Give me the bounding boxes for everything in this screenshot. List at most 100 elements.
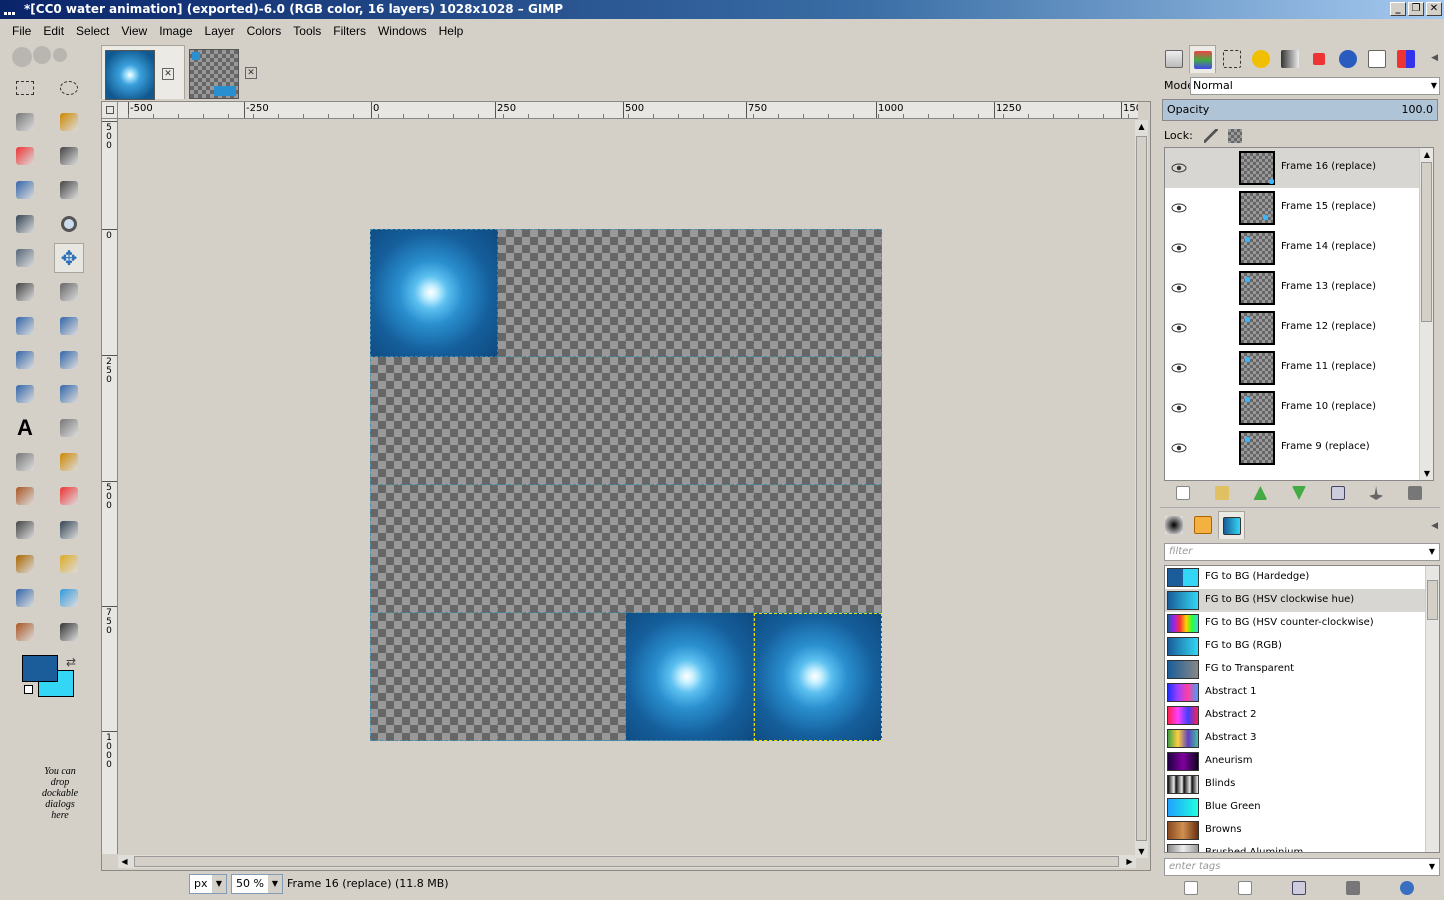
eraser-tool[interactable] xyxy=(54,481,84,511)
gradient-item[interactable]: Brushed Aluminium xyxy=(1165,842,1439,852)
zoom-tool[interactable] xyxy=(54,209,84,239)
pencil-tool[interactable] xyxy=(54,447,84,477)
ellipse-select-tool[interactable] xyxy=(54,73,84,103)
layer-row[interactable]: Frame 12 (replace) xyxy=(1165,308,1433,348)
scroll-right-icon[interactable]: ▶ xyxy=(1123,855,1136,868)
gradient-item[interactable]: Blue Green xyxy=(1165,796,1439,819)
layer-row[interactable]: Frame 9 (replace) xyxy=(1165,428,1433,468)
layer-row[interactable]: Frame 14 (replace) xyxy=(1165,228,1433,268)
dock-menu-icon[interactable]: ◀ xyxy=(1431,521,1438,531)
visibility-eye-icon[interactable] xyxy=(1171,200,1187,216)
close-button[interactable]: ✕ xyxy=(1426,2,1442,16)
tab-fonts[interactable] xyxy=(1363,45,1390,73)
layer-row[interactable]: Frame 13 (replace) xyxy=(1165,268,1433,308)
paintbrush-tool[interactable] xyxy=(10,481,40,511)
visibility-eye-icon[interactable] xyxy=(1171,360,1187,376)
menu-select[interactable]: Select xyxy=(70,21,115,41)
layers-scroll-thumb[interactable] xyxy=(1421,162,1432,322)
delete-gradient-icon[interactable] xyxy=(1346,881,1360,895)
layers-scrollbar[interactable]: ▲ ▼ xyxy=(1419,148,1433,480)
tab-palettes[interactable] xyxy=(1392,45,1419,73)
move-tool[interactable]: ✥ xyxy=(54,243,84,273)
tab-paths[interactable] xyxy=(1218,45,1245,73)
new-layer-group-icon[interactable] xyxy=(1214,486,1229,500)
menu-colors[interactable]: Colors xyxy=(241,21,288,41)
visibility-eye-icon[interactable] xyxy=(1171,240,1187,256)
shear-tool[interactable] xyxy=(10,345,40,375)
gradient-item[interactable]: FG to Transparent xyxy=(1165,658,1439,681)
scroll-up-icon[interactable]: ▲ xyxy=(1135,120,1148,133)
rotate-tool[interactable] xyxy=(10,311,40,341)
reset-colors-icon[interactable] xyxy=(24,685,33,694)
tab-color[interactable] xyxy=(1305,45,1332,73)
text-tool[interactable]: A xyxy=(10,413,40,443)
lock-pixels-icon[interactable] xyxy=(1204,129,1219,143)
blur-tool[interactable] xyxy=(54,583,84,613)
menu-image[interactable]: Image xyxy=(153,21,198,41)
new-layer-icon[interactable] xyxy=(1176,486,1191,500)
gradient-item[interactable]: FG to BG (Hardedge) xyxy=(1165,566,1439,589)
layer-row[interactable]: Frame 10 (replace) xyxy=(1165,388,1433,428)
vertical-ruler[interactable]: 50002505007501000 xyxy=(102,119,118,854)
horizontal-scroll-thumb[interactable] xyxy=(134,856,1119,867)
gradient-item[interactable]: Browns xyxy=(1165,819,1439,842)
menu-view[interactable]: View xyxy=(115,21,153,41)
free-select-tool[interactable] xyxy=(10,107,40,137)
smudge-tool[interactable] xyxy=(10,617,40,647)
color-picker-tool[interactable] xyxy=(10,209,40,239)
menu-windows[interactable]: Windows xyxy=(372,21,433,41)
visibility-eye-icon[interactable] xyxy=(1171,320,1187,336)
tab-channels[interactable] xyxy=(1189,45,1216,73)
paths-tool[interactable] xyxy=(54,175,84,205)
visibility-eye-icon[interactable] xyxy=(1171,400,1187,416)
zoom-select[interactable]: 50 % ▼ xyxy=(231,874,283,894)
layer-row[interactable]: Frame 16 (replace) xyxy=(1165,148,1433,188)
tab-brushes[interactable] xyxy=(1160,511,1187,539)
menu-filters[interactable]: Filters xyxy=(327,21,372,41)
rect-select-tool[interactable] xyxy=(10,73,40,103)
perspective-tool[interactable] xyxy=(54,345,84,375)
perspective-clone-tool[interactable] xyxy=(10,583,40,613)
image-canvas[interactable] xyxy=(370,229,882,741)
foreground-select-tool[interactable] xyxy=(10,175,40,205)
gradients-scrollbar[interactable] xyxy=(1425,566,1439,852)
menu-file[interactable]: File xyxy=(6,21,37,41)
maximize-button[interactable]: ❐ xyxy=(1408,2,1424,16)
gradient-item[interactable]: FG to BG (HSV clockwise hue) xyxy=(1165,589,1439,612)
minimize-button[interactable]: _ xyxy=(1390,2,1406,16)
scroll-up-icon[interactable]: ▲ xyxy=(1420,148,1433,161)
opacity-slider[interactable]: Opacity 100.0 xyxy=(1162,99,1438,121)
image-tab-2[interactable]: ✕ xyxy=(187,45,271,99)
gradient-item[interactable]: FG to BG (RGB) xyxy=(1165,635,1439,658)
cage-tool[interactable] xyxy=(54,379,84,409)
dock-menu-icon[interactable]: ◀ xyxy=(1431,53,1438,63)
tab-undo[interactable] xyxy=(1247,45,1274,73)
tab-pointer[interactable] xyxy=(1334,45,1361,73)
dodge-burn-tool[interactable] xyxy=(54,617,84,647)
visibility-eye-icon[interactable] xyxy=(1171,280,1187,296)
tags-input[interactable]: enter tags ▼ xyxy=(1164,858,1440,876)
layer-row[interactable]: Frame 11 (replace) xyxy=(1165,348,1433,388)
airbrush-tool[interactable] xyxy=(10,515,40,545)
refresh-gradients-icon[interactable] xyxy=(1400,881,1414,895)
close-tab-icon[interactable]: ✕ xyxy=(162,68,174,80)
vertical-scrollbar[interactable]: ▲ ▼ xyxy=(1135,120,1148,858)
gradient-item[interactable]: Abstract 1 xyxy=(1165,681,1439,704)
align-tool[interactable] xyxy=(10,277,40,307)
gradient-item[interactable]: Aneurism xyxy=(1165,750,1439,773)
scroll-left-icon[interactable]: ◀ xyxy=(118,855,131,868)
flip-tool[interactable] xyxy=(10,379,40,409)
close-tab-icon[interactable]: ✕ xyxy=(245,67,257,79)
edit-gradient-icon[interactable] xyxy=(1184,881,1198,895)
gradient-item[interactable]: Abstract 2 xyxy=(1165,704,1439,727)
tab-patterns[interactable] xyxy=(1189,511,1216,539)
menu-edit[interactable]: Edit xyxy=(37,21,70,41)
sprite-sheet-thumb[interactable] xyxy=(189,49,239,99)
duplicate-layer-icon[interactable] xyxy=(1330,486,1345,500)
image-tab-1[interactable]: ✕ xyxy=(101,45,185,100)
measure-tool[interactable] xyxy=(10,243,40,273)
new-gradient-icon[interactable] xyxy=(1238,881,1252,895)
heal-tool[interactable] xyxy=(54,549,84,579)
water-frame-thumb[interactable] xyxy=(105,50,155,100)
menu-tools[interactable]: Tools xyxy=(287,21,327,41)
